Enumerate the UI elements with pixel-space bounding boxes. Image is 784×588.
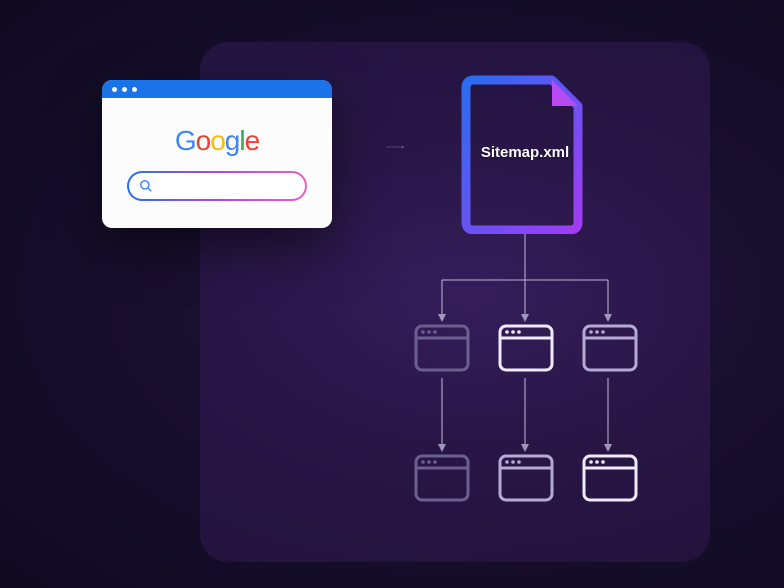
page-icon bbox=[414, 454, 470, 502]
page-icon bbox=[498, 324, 554, 372]
search-bar bbox=[127, 171, 307, 201]
logo-letter: G bbox=[175, 125, 196, 157]
browser-window: G o o g l e bbox=[102, 80, 332, 228]
window-dot-icon bbox=[132, 87, 137, 92]
page-icon bbox=[498, 454, 554, 502]
search-icon bbox=[139, 179, 153, 193]
window-dot-icon bbox=[112, 87, 117, 92]
arrow-right-icon bbox=[350, 146, 440, 148]
sitemap-file-icon: Sitemap.xml bbox=[460, 74, 590, 234]
page-icon bbox=[582, 324, 638, 372]
page-icon bbox=[414, 324, 470, 372]
logo-letter: o bbox=[196, 125, 211, 157]
browser-titlebar bbox=[102, 80, 332, 98]
google-logo: G o o g l e bbox=[175, 125, 259, 157]
browser-body: G o o g l e bbox=[102, 98, 332, 228]
page-icon bbox=[582, 454, 638, 502]
logo-letter: g bbox=[225, 125, 240, 157]
tree-connectors bbox=[390, 234, 660, 554]
window-dot-icon bbox=[122, 87, 127, 92]
logo-letter: e bbox=[245, 125, 260, 157]
logo-letter: o bbox=[210, 125, 225, 157]
file-label: Sitemap.xml bbox=[460, 144, 590, 161]
